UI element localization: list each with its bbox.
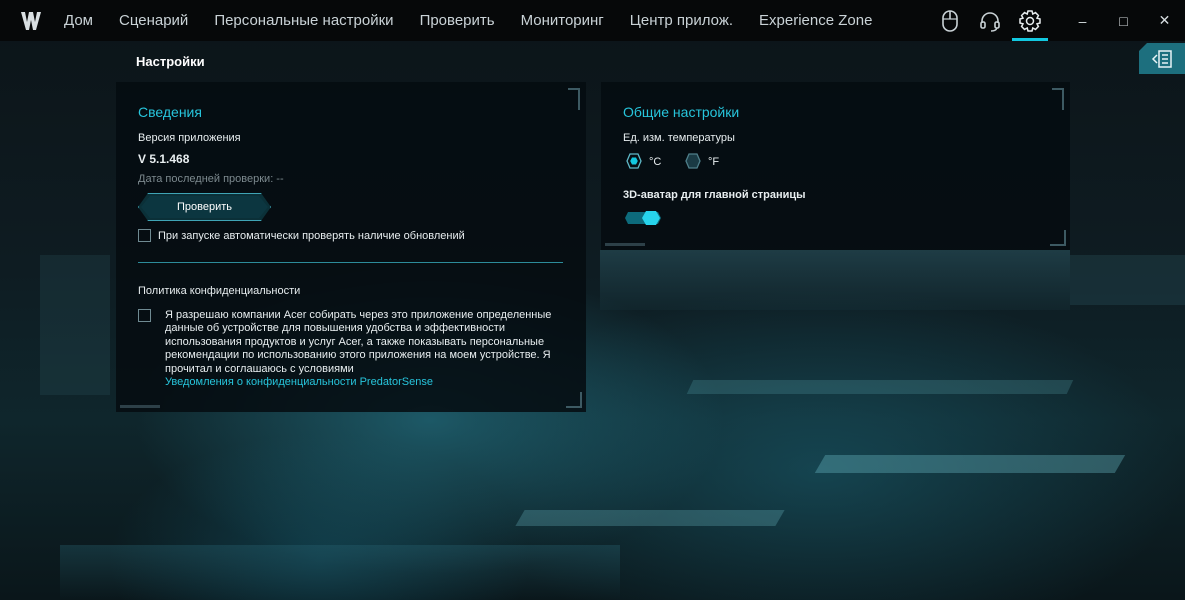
check-updates-button[interactable]: Проверить	[138, 193, 271, 221]
info-panel: Сведения Версия приложения V 5.1.468 Дат…	[116, 82, 586, 412]
panel-corner-decoration	[605, 243, 645, 246]
panel-corner-decoration	[1050, 230, 1066, 246]
panel-corner-decoration	[566, 392, 582, 408]
celsius-radio[interactable]	[626, 153, 642, 169]
settings-gear-icon[interactable]	[1010, 0, 1050, 41]
nav-monitoring[interactable]: Мониторинг	[508, 0, 617, 41]
privacy-consent-checkbox[interactable]	[138, 309, 151, 322]
nav-home[interactable]: Дом	[58, 0, 106, 41]
temperature-unit-label: Ед. изм. температуры	[623, 132, 735, 144]
general-settings-panel: Общие настройки Ед. изм. температуры °C …	[601, 82, 1070, 250]
panel-corner-decoration	[120, 405, 160, 408]
main-nav: Дом Сценарий Персональные настройки Пров…	[58, 0, 885, 41]
avatar-toggle-switch[interactable]	[625, 211, 661, 225]
panel-corner-decoration	[568, 88, 580, 110]
panel-corner-decoration	[1052, 88, 1064, 110]
nav-check[interactable]: Проверить	[407, 0, 508, 41]
background-slab	[1070, 255, 1185, 305]
privacy-consent-body: Я разрешаю компании Acer собирать через …	[165, 309, 552, 375]
general-section-title: Общие настройки	[623, 104, 740, 120]
mouse-icon[interactable]	[930, 0, 970, 41]
nav-personal-settings[interactable]: Персональные настройки	[201, 0, 406, 41]
background-slab	[600, 250, 1070, 310]
title-bar: Дом Сценарий Персональные настройки Пров…	[0, 0, 1185, 41]
titlebar-icons: – □ ✕	[930, 0, 1185, 41]
privacy-consent-text: Я разрешаю компании Acer собирать через …	[165, 309, 565, 389]
app-window: Дом Сценарий Персональные настройки Пров…	[0, 0, 1185, 600]
side-panel-toggle[interactable]	[1139, 43, 1185, 74]
close-button[interactable]: ✕	[1144, 0, 1185, 41]
fahrenheit-radio[interactable]	[685, 153, 701, 169]
check-updates-button-label: Проверить	[141, 196, 268, 218]
version-value: V 5.1.468	[138, 152, 190, 166]
section-divider	[138, 262, 563, 263]
privacy-notice-link[interactable]: Уведомления о конфиденциальности Predato…	[165, 376, 565, 389]
info-section-title: Сведения	[138, 104, 202, 120]
maximize-button[interactable]: □	[1103, 0, 1144, 41]
version-label: Версия приложения	[138, 132, 241, 144]
auto-check-label: При запуске автоматически проверять нали…	[158, 230, 465, 242]
headset-icon[interactable]	[970, 0, 1010, 41]
nav-experience-zone[interactable]: Experience Zone	[746, 0, 885, 41]
avatar-label: 3D-аватар для главной страницы	[623, 189, 806, 201]
background-slab	[40, 255, 110, 395]
celsius-label: °C	[649, 156, 662, 168]
collapse-panel-icon	[1151, 49, 1172, 68]
background-slab	[686, 380, 1074, 394]
background-slab	[60, 545, 620, 600]
fahrenheit-label: °F	[708, 156, 720, 168]
minimize-button[interactable]: –	[1062, 0, 1103, 41]
nav-app-center[interactable]: Центр прилож.	[617, 0, 746, 41]
background-slab	[515, 510, 785, 526]
auto-check-checkbox[interactable]	[138, 229, 151, 242]
background-slab	[814, 455, 1126, 473]
nav-scenario[interactable]: Сценарий	[106, 0, 201, 41]
page-title: Настройки	[136, 54, 205, 69]
predator-logo-icon	[18, 8, 44, 34]
last-check-text: Дата последней проверки: --	[138, 173, 284, 185]
privacy-title: Политика конфиденциальности	[138, 285, 301, 297]
